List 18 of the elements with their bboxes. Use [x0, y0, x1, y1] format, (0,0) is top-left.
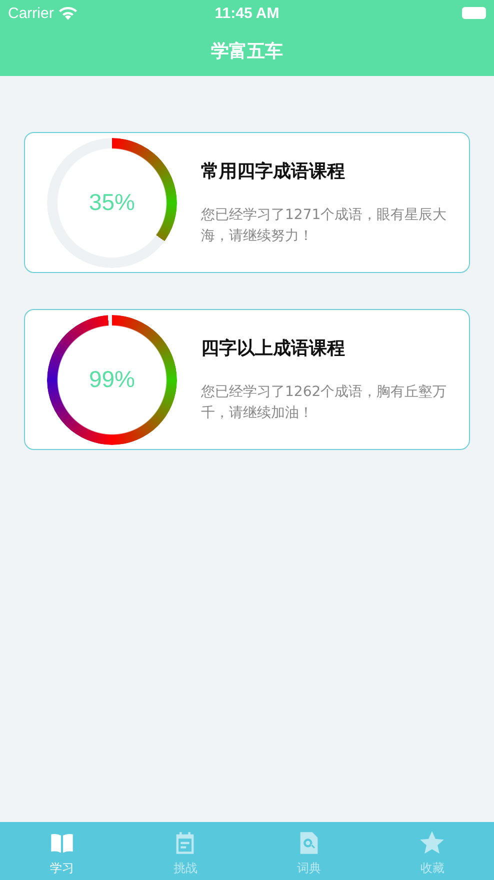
tab-bar-item[interactable]: 词典	[247, 822, 370, 880]
progress-percent: 99%	[88, 366, 136, 393]
status-time: 11:45 AM	[214, 4, 280, 22]
course-title: 四字以上成语课程	[201, 336, 346, 360]
tab-bar-item[interactable]: 收藏	[370, 822, 494, 880]
progress-percent: 35%	[88, 189, 136, 216]
course-description: 您已经学习了1271个成语，眼有星辰大海，请继续努力！	[201, 206, 448, 246]
tab-bar-item[interactable]: 学习	[0, 822, 124, 880]
course-card[interactable]: 99% 四字以上成语课程 您已经学习了1262个成语，胸有丘壑万千，请继续加油！	[24, 309, 470, 450]
battery-icon	[462, 7, 486, 19]
course-description: 您已经学习了1262个成语，胸有丘壑万千，请继续加油！	[201, 382, 448, 422]
course-title: 常用四字成语课程	[201, 160, 346, 182]
wifi-icon	[58, 6, 77, 20]
carrier-label: Carrier	[8, 4, 54, 22]
course-card[interactable]: 35% 常用四字成语课程 您已经学习了1271个成语，眼有星辰大海，请继续努力！	[24, 132, 470, 273]
nav-title: 学富五车	[211, 40, 283, 63]
tab-bar-item[interactable]: 挑战	[124, 822, 247, 880]
star-icon	[419, 830, 446, 856]
